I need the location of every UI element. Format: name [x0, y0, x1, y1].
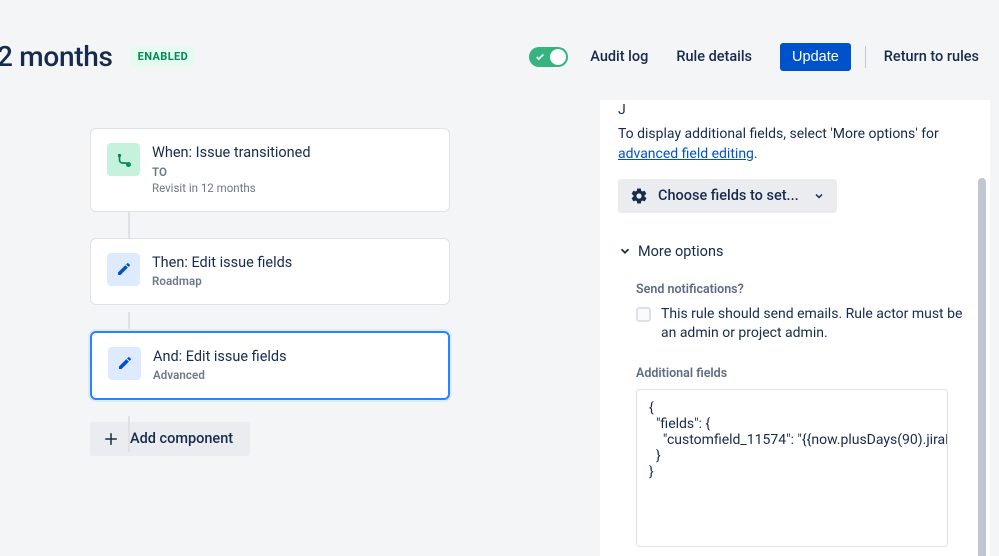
- action-card[interactable]: Then: Edit issue fields Roadmap: [90, 238, 450, 305]
- plus-icon: [102, 430, 120, 448]
- add-component-button[interactable]: Add component: [90, 422, 250, 456]
- gear-icon: [630, 187, 648, 205]
- trigger-title: When: Issue transitioned: [152, 143, 311, 163]
- send-notifications-text: This rule should send emails. Rule actor…: [661, 305, 968, 344]
- rule-enabled-toggle[interactable]: [529, 47, 568, 67]
- advanced-field-editing-link[interactable]: advanced field editing: [618, 146, 754, 162]
- action-title: And: Edit issue fields: [153, 347, 287, 367]
- help-text: To display additional fields, select 'Mo…: [618, 124, 968, 165]
- trigger-card[interactable]: When: Issue transitioned TO Revisit in 1…: [90, 128, 450, 212]
- divider: [865, 46, 866, 68]
- rule-chain: When: Issue transitioned TO Revisit in 1…: [90, 128, 450, 456]
- choose-fields-button[interactable]: Choose fields to set...: [618, 179, 837, 213]
- pencil-icon: [107, 253, 140, 286]
- additional-fields-label: Additional fields: [636, 366, 968, 381]
- pencil-icon: [108, 347, 141, 380]
- cutoff-text: J: [618, 102, 626, 118]
- rule-details-link[interactable]: Rule details: [676, 48, 752, 65]
- toggle-knob: [550, 49, 566, 65]
- chevron-down-icon: [813, 190, 825, 202]
- help-suffix: .: [754, 146, 758, 162]
- rule-title: 2 months: [0, 40, 113, 73]
- trigger-to-label: TO: [152, 165, 311, 181]
- send-notifications-checkbox[interactable]: [636, 307, 651, 322]
- action-card-selected[interactable]: And: Edit issue fields Advanced: [90, 331, 450, 400]
- check-icon: [535, 52, 545, 62]
- rule-header: 2 months ENABLED Audit log Rule details …: [0, 40, 979, 73]
- action-config-panel: J To display additional fields, select '…: [600, 100, 990, 556]
- choose-fields-label: Choose fields to set...: [658, 187, 799, 204]
- send-notifications-label: Send notifications?: [636, 282, 968, 297]
- trigger-destination: Revisit in 12 months: [152, 181, 311, 197]
- action-sub: Roadmap: [152, 274, 292, 290]
- more-options-toggle[interactable]: More options: [618, 243, 968, 260]
- add-component-label: Add component: [130, 430, 233, 447]
- action-sub: Advanced: [153, 368, 287, 384]
- status-badge: ENABLED: [131, 47, 196, 66]
- additional-fields-textarea[interactable]: { "fields": { "customfield_11574": "{{no…: [636, 389, 948, 547]
- update-button[interactable]: Update: [780, 43, 851, 71]
- return-to-rules-link[interactable]: Return to rules: [884, 48, 979, 65]
- connector: [128, 416, 130, 452]
- chevron-down-icon: [618, 244, 632, 258]
- action-title: Then: Edit issue fields: [152, 253, 292, 273]
- help-prefix: To display additional fields, select 'Mo…: [618, 126, 939, 142]
- scrollbar[interactable]: [978, 178, 986, 556]
- route-icon: [107, 143, 140, 176]
- audit-log-link[interactable]: Audit log: [590, 48, 648, 65]
- more-options-label: More options: [638, 243, 723, 260]
